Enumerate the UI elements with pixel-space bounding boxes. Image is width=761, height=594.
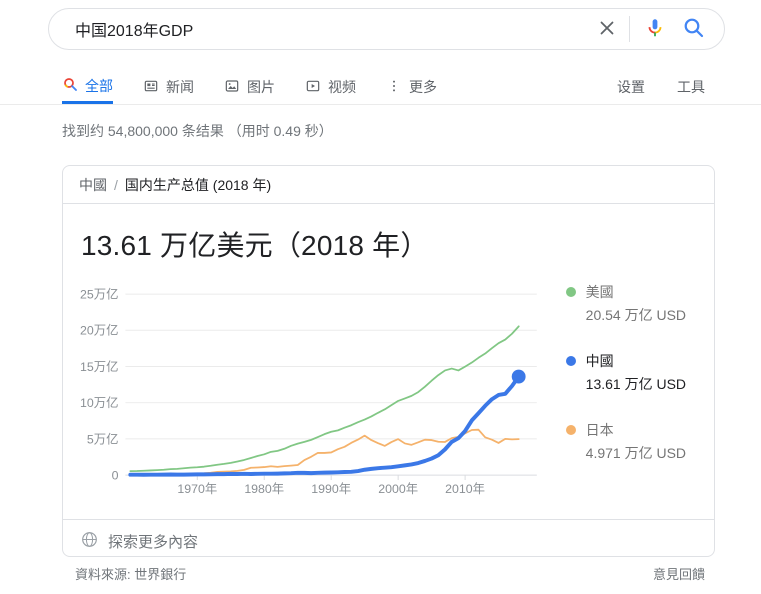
legend-item[interactable]: 美國 20.54 万亿 USD: [566, 282, 714, 325]
breadcrumb-country: 中國: [79, 175, 107, 195]
x-axis-tick-label: 2010年: [445, 482, 485, 496]
explore-more-link[interactable]: 探索更多內容: [63, 519, 714, 562]
legend-country-value: 20.54 万亿 USD: [586, 305, 714, 325]
search-bar: [48, 8, 725, 50]
legend-item[interactable]: 中國 13.61 万亿 USD: [566, 351, 714, 394]
tab-more[interactable]: 更多: [386, 70, 437, 104]
search-input[interactable]: [49, 20, 597, 38]
legend-dot-icon: [566, 287, 576, 297]
x-axis-tick-label: 2000年: [378, 482, 418, 496]
search-bar-divider: [629, 16, 630, 42]
settings-label: 设置: [617, 77, 645, 97]
explore-more-label: 探索更多內容: [108, 531, 198, 552]
more-vertical-icon: [386, 78, 402, 97]
image-icon: [224, 78, 240, 97]
breadcrumb-separator: /: [114, 177, 118, 193]
search-icon: [682, 16, 706, 43]
y-axis-tick-label: 0: [112, 469, 119, 483]
settings-menu[interactable]: 设置: [617, 70, 645, 104]
series-line: [130, 326, 518, 471]
legend-dot-icon: [566, 356, 576, 366]
legend-country-value: 4.971 万亿 USD: [586, 443, 714, 463]
x-axis-tick-label: 1970年: [177, 482, 217, 496]
chart-legend: 美國 20.54 万亿 USD 中國 13.61 万亿 USD 日本 4.971 万亿 U…: [566, 282, 714, 508]
series-end-dot: [512, 370, 526, 384]
tools-menu[interactable]: 工具: [677, 70, 705, 104]
chart-area: 0 5万亿 10万亿 15万亿 20万亿 25万亿 1970年 1980年 1990年 2000年…: [63, 278, 714, 508]
voice-search-button[interactable]: [644, 17, 666, 42]
tab-all-label: 全部: [85, 76, 113, 96]
tools-label: 工具: [677, 77, 705, 97]
tab-news-label: 新闻: [166, 77, 194, 97]
news-icon: [143, 78, 159, 97]
feedback-link[interactable]: 意見回饋: [653, 564, 705, 583]
breadcrumb: 中國 / 国内生产总值 (2018 年): [63, 166, 714, 204]
video-icon: [305, 78, 321, 97]
tab-videos[interactable]: 视频: [305, 70, 356, 104]
y-axis-tick-label: 25万亿: [80, 287, 118, 302]
tab-images-label: 图片: [247, 77, 275, 97]
y-axis-tick-label: 20万亿: [80, 323, 118, 338]
legend-country-name: 美國: [586, 282, 614, 302]
tab-images[interactable]: 图片: [224, 70, 275, 104]
legend-country-name: 中國: [586, 351, 614, 371]
tab-all[interactable]: 全部: [62, 70, 113, 104]
x-axis-tick-label: 1980年: [244, 482, 284, 496]
legend-item[interactable]: 日本 4.971 万亿 USD: [566, 420, 714, 463]
globe-icon: [80, 530, 99, 553]
close-icon: [597, 18, 617, 41]
data-source-label: 資料來源: 世界銀行: [75, 564, 186, 583]
tab-more-label: 更多: [409, 77, 437, 97]
result-stats: 找到约 54,800,000 条结果 （用时 0.49 秒）: [62, 121, 333, 141]
result-tabs: 全部 新闻 图片 视频: [0, 70, 761, 105]
x-axis-tick-label: 1990年: [311, 482, 351, 496]
tab-videos-label: 视频: [328, 77, 356, 97]
gdp-headline: 13.61 万亿美元（2018 年）: [81, 224, 714, 264]
y-axis-tick-label: 5万亿: [87, 431, 119, 446]
clear-search-button[interactable]: [597, 18, 617, 41]
legend-country-value: 13.61 万亿 USD: [586, 374, 714, 394]
tabs-right-group: 设置 工具: [617, 70, 761, 104]
knowledge-panel: 中國 / 国内生产总值 (2018 年) 13.61 万亿美元（2018 年） …: [62, 165, 715, 557]
search-bar-icons: [597, 16, 724, 43]
legend-country-name: 日本: [586, 420, 614, 440]
breadcrumb-metric: 国内生产总值 (2018 年): [125, 175, 271, 195]
y-axis-tick-label: 15万亿: [80, 359, 118, 374]
series-line: [130, 377, 518, 475]
gdp-line-chart[interactable]: 0 5万亿 10万亿 15万亿 20万亿 25万亿 1970年 1980年 1990年 2000年…: [71, 278, 551, 508]
y-axis-tick-label: 10万亿: [80, 395, 118, 410]
microphone-icon: [644, 17, 666, 42]
search-colored-icon: [62, 76, 78, 95]
tab-news[interactable]: 新闻: [143, 70, 194, 104]
source-row: 資料來源: 世界銀行 意見回饋: [62, 564, 715, 583]
search-submit-button[interactable]: [682, 16, 706, 43]
legend-dot-icon: [566, 425, 576, 435]
